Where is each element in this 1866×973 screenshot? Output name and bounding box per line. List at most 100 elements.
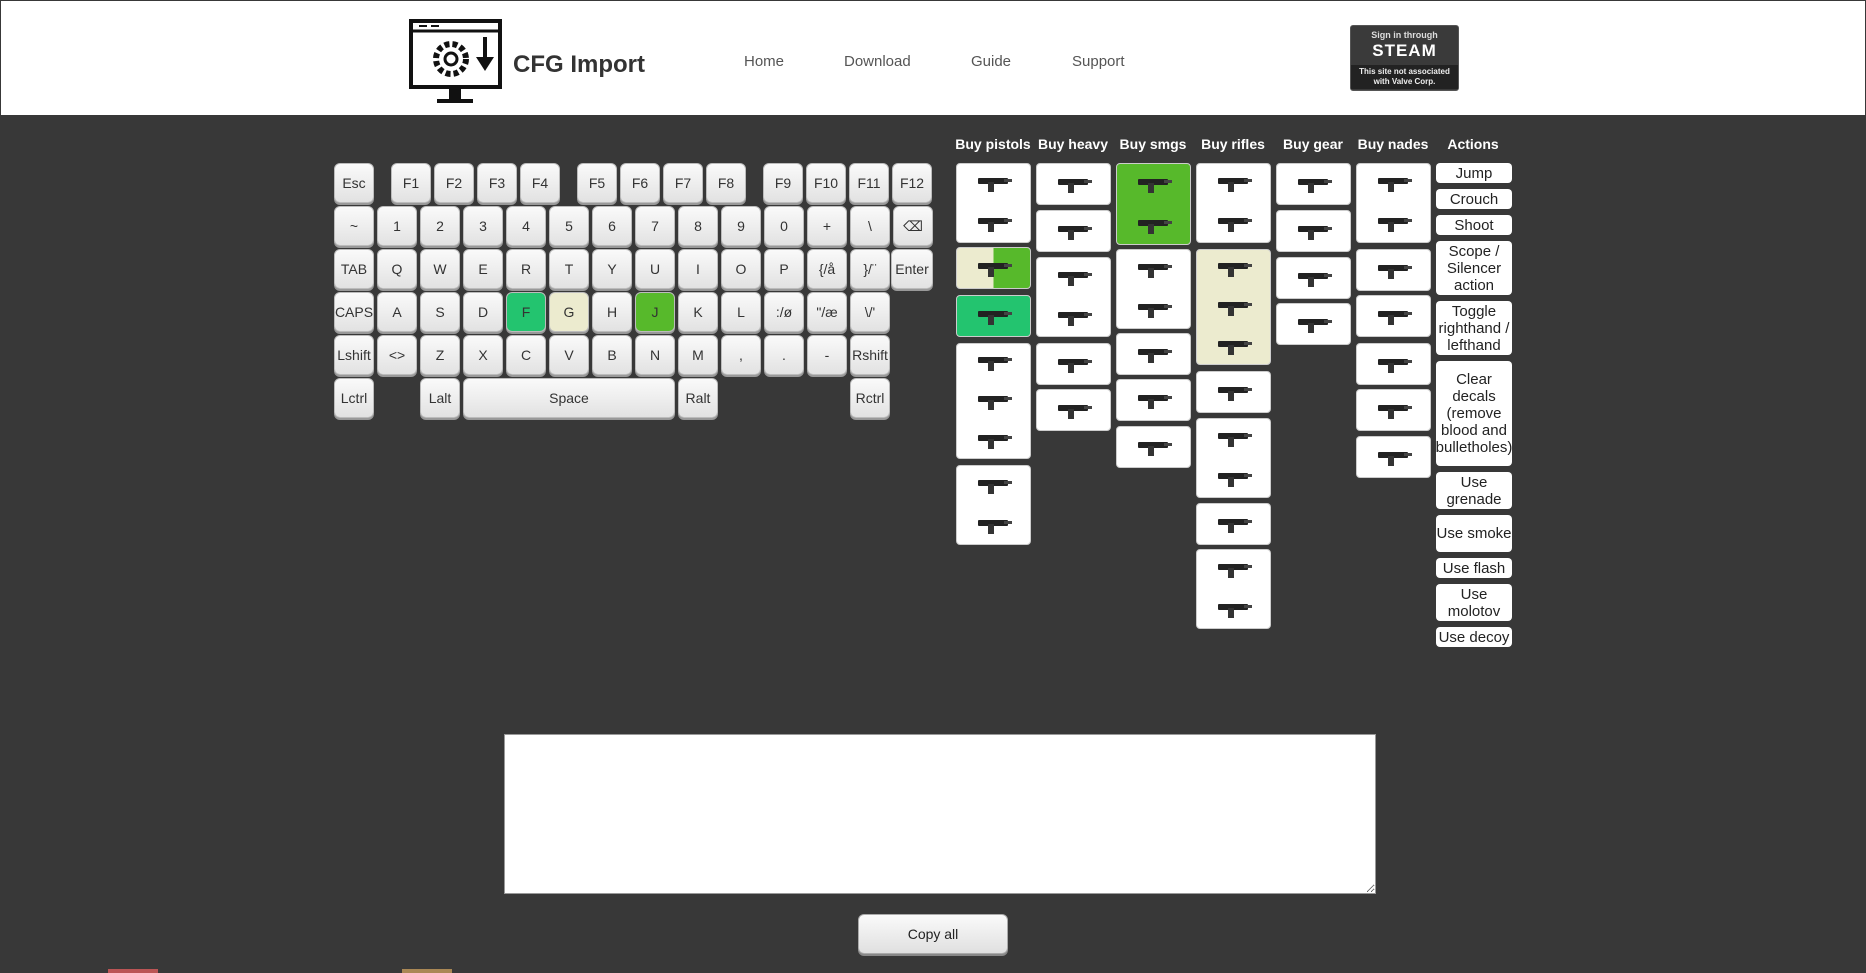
weapon-slot[interactable]: [1036, 257, 1111, 337]
key-k[interactable]: K: [678, 292, 718, 332]
weapon-slot[interactable]: [1196, 371, 1271, 413]
key-n[interactable]: N: [635, 335, 675, 375]
key-q[interactable]: Q: [377, 249, 417, 289]
key-f2[interactable]: F2: [434, 163, 474, 203]
weapon-slot[interactable]: [1196, 549, 1271, 629]
key-h[interactable]: H: [592, 292, 632, 332]
weapon-slot[interactable]: [1356, 436, 1431, 478]
weapon-slot[interactable]: [1036, 389, 1111, 431]
action-crouch[interactable]: Crouch: [1436, 189, 1512, 209]
action-use-smoke[interactable]: Use smoke: [1436, 515, 1512, 552]
key-[interactable]: "/æ: [807, 292, 847, 332]
key-[interactable]: -: [807, 335, 847, 375]
key-f5[interactable]: F5: [577, 163, 617, 203]
key-p[interactable]: P: [764, 249, 804, 289]
key-[interactable]: :/ø: [764, 292, 804, 332]
key-rctrl[interactable]: Rctrl: [850, 378, 890, 418]
key-w[interactable]: W: [420, 249, 460, 289]
key-1[interactable]: 1: [377, 206, 417, 246]
weapon-slot[interactable]: [1036, 343, 1111, 385]
key-lalt[interactable]: Lalt: [420, 378, 460, 418]
key-r[interactable]: R: [506, 249, 546, 289]
site-logo-text[interactable]: CFG Import: [513, 51, 645, 79]
key-f12[interactable]: F12: [892, 163, 932, 203]
key-6[interactable]: 6: [592, 206, 632, 246]
key-f7[interactable]: F7: [663, 163, 703, 203]
action-shoot[interactable]: Shoot: [1436, 215, 1512, 235]
key-f[interactable]: F: [506, 292, 546, 332]
weapon-slot[interactable]: [1356, 295, 1431, 337]
key-8[interactable]: 8: [678, 206, 718, 246]
key-7[interactable]: 7: [635, 206, 675, 246]
key-g[interactable]: G: [549, 292, 589, 332]
key-[interactable]: }/¨: [850, 249, 890, 289]
key-f1[interactable]: F1: [391, 163, 431, 203]
weapon-slot[interactable]: [1036, 163, 1111, 205]
key-ralt[interactable]: Ralt: [678, 378, 718, 418]
weapon-slot[interactable]: [956, 295, 1031, 337]
weapon-slot[interactable]: [1196, 249, 1271, 365]
key-4[interactable]: 4: [506, 206, 546, 246]
key-a[interactable]: A: [377, 292, 417, 332]
key-3[interactable]: 3: [463, 206, 503, 246]
key-[interactable]: +: [807, 206, 847, 246]
key-tab[interactable]: TAB: [334, 249, 374, 289]
key-f10[interactable]: F10: [806, 163, 846, 203]
key-c[interactable]: C: [506, 335, 546, 375]
weapon-slot[interactable]: [1276, 163, 1351, 205]
action-clear-decals[interactable]: Clear decals (remove blood and bullethol…: [1436, 361, 1512, 466]
weapon-slot[interactable]: [1356, 249, 1431, 291]
key-[interactable]: {/å: [807, 249, 847, 289]
key-t[interactable]: T: [549, 249, 589, 289]
key-[interactable]: ,: [721, 335, 761, 375]
weapon-slot[interactable]: [1356, 343, 1431, 385]
key-z[interactable]: Z: [420, 335, 460, 375]
key-u[interactable]: U: [635, 249, 675, 289]
key-s[interactable]: S: [420, 292, 460, 332]
weapon-slot[interactable]: [1116, 333, 1191, 375]
weapon-slot[interactable]: [1036, 210, 1111, 252]
key-f8[interactable]: F8: [706, 163, 746, 203]
key-f3[interactable]: F3: [477, 163, 517, 203]
key-[interactable]: \/': [850, 292, 890, 332]
key-f9[interactable]: F9: [763, 163, 803, 203]
key-rshift[interactable]: Rshift: [850, 335, 890, 375]
action-jump[interactable]: Jump: [1436, 163, 1512, 183]
key-l[interactable]: L: [721, 292, 761, 332]
weapon-slot[interactable]: [1356, 389, 1431, 431]
steam-sign-in-button[interactable]: Sign in through STEAM This site not asso…: [1350, 25, 1459, 91]
weapon-slot[interactable]: [1116, 426, 1191, 468]
nav-support[interactable]: Support: [1072, 53, 1125, 70]
key-esc[interactable]: Esc: [334, 163, 374, 203]
weapon-slot[interactable]: [1276, 210, 1351, 252]
key-enter[interactable]: Enter: [891, 249, 933, 289]
key-b[interactable]: B: [592, 335, 632, 375]
key-[interactable]: ⌫: [893, 206, 933, 246]
nav-guide[interactable]: Guide: [971, 53, 1011, 70]
key-d[interactable]: D: [463, 292, 503, 332]
key-e[interactable]: E: [463, 249, 503, 289]
weapon-slot[interactable]: [1276, 303, 1351, 345]
key-i[interactable]: I: [678, 249, 718, 289]
weapon-slot[interactable]: [1116, 249, 1191, 329]
key-o[interactable]: O: [721, 249, 761, 289]
key-caps[interactable]: CAPS: [334, 292, 374, 332]
weapon-slot[interactable]: [1196, 163, 1271, 243]
config-output-textarea[interactable]: [504, 734, 1376, 894]
key-2[interactable]: 2: [420, 206, 460, 246]
key-space[interactable]: Space: [463, 378, 675, 418]
action-use-molotov[interactable]: Use molotov: [1436, 584, 1512, 621]
action-scope[interactable]: Scope / Silencer action: [1436, 241, 1512, 295]
key-[interactable]: .: [764, 335, 804, 375]
key-f6[interactable]: F6: [620, 163, 660, 203]
key-x[interactable]: X: [463, 335, 503, 375]
action-use-grenade[interactable]: Use grenade: [1436, 472, 1512, 509]
key-v[interactable]: V: [549, 335, 589, 375]
key-[interactable]: ~: [334, 206, 374, 246]
key-j[interactable]: J: [635, 292, 675, 332]
weapon-slot[interactable]: [1196, 418, 1271, 498]
action-toggle-hand[interactable]: Toggle righthand / lefthand: [1436, 301, 1512, 355]
weapon-slot[interactable]: [956, 343, 1031, 459]
key-f11[interactable]: F11: [849, 163, 889, 203]
key-y[interactable]: Y: [592, 249, 632, 289]
